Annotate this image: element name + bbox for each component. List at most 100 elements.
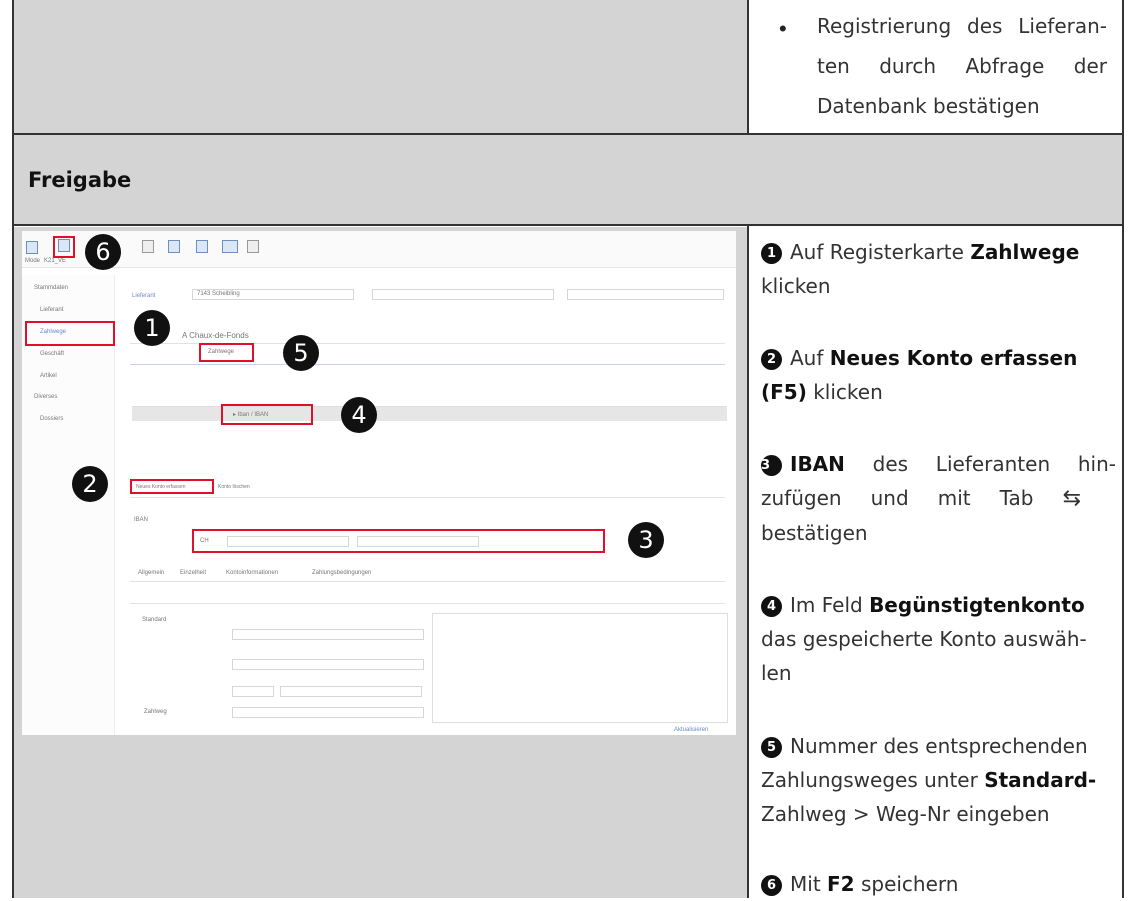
bullet-line-2: ten durch Abfrage der (817, 54, 1107, 78)
sidebar-geschaeft[interactable]: Geschäft (40, 351, 64, 357)
top-bullet-text: Registrierung des Lieferan- ten durch Ab… (817, 6, 1107, 126)
form-field-1[interactable] (232, 629, 424, 640)
save-highlight (53, 236, 75, 258)
zahlwege-sidebar-highlight (25, 321, 115, 346)
form-field-3[interactable] (232, 686, 274, 697)
step-5-line1: Nummer des entsprechenden (790, 734, 1088, 758)
step-4-pre: Im Feld (790, 593, 870, 617)
toolbar-label: Mode (25, 258, 41, 264)
step-4-line2: das gespeicherte Konto auswäh- (761, 627, 1087, 651)
step-5-line2-pre: Zahlungsweges unter (761, 768, 985, 792)
notes-area[interactable] (432, 613, 728, 723)
badge-4: 4 (341, 397, 377, 433)
table-line-h2 (12, 224, 1124, 226)
tab-arrows-icon: ⇆ (1062, 486, 1081, 511)
zahlweg-field[interactable] (232, 707, 424, 718)
step-3-line2: zufügen und mit Tab (761, 486, 1034, 510)
sidebar-diverses[interactable]: Diverses (34, 394, 57, 400)
detail-tab-1[interactable]: Allgemein (138, 570, 164, 576)
standard-label: Standard (142, 617, 167, 623)
bullet-dot: • (779, 16, 787, 41)
step-1-number: 1 (761, 243, 782, 264)
badge-1: 1 (134, 310, 170, 346)
step-6-pre: Mit (790, 872, 828, 896)
step-5: 5 Nummer des entsprechenden Zahlungsweges… (761, 729, 1121, 831)
document-icon[interactable] (196, 240, 208, 253)
section-title: Freigabe (28, 168, 132, 192)
step-4-line3: len (761, 661, 792, 685)
step-1-bold: Zahlwege (970, 240, 1080, 264)
step-3-bold: IBAN (790, 452, 845, 476)
step-1-pre: Auf Registerkarte (790, 240, 971, 264)
screen-icon[interactable] (222, 240, 238, 253)
form-field-4[interactable] (280, 686, 422, 697)
badge-5: 5 (283, 335, 319, 371)
badge-3: 3 (628, 522, 664, 558)
bullet-line-1: Registrierung des Lieferan- (817, 14, 1107, 38)
form-field-2[interactable] (232, 659, 424, 670)
print-icon[interactable] (247, 240, 259, 253)
table-line-middle-bottom (747, 225, 749, 898)
top-left-gray-cell (14, 0, 748, 133)
step-2-number: 2 (761, 349, 782, 370)
table-line-middle-top (747, 0, 749, 135)
detail-tab-4[interactable]: Zahlungsbedingungen (312, 570, 371, 576)
delete-account-button[interactable]: Konto löschen (218, 484, 250, 490)
company-line: A Chaux-de-Fonds (182, 331, 249, 340)
header-value: 7143 Scheibling (197, 291, 240, 297)
iban-section-label: IBAN (134, 517, 149, 523)
iban-field-2[interactable] (357, 536, 479, 547)
tab-rule (130, 364, 725, 365)
step-4-bold: Begünstigtenkonto (869, 593, 1085, 617)
step-4: 4 Im Feld Begünstigtenkonto das gespeiche… (761, 588, 1116, 690)
badge-6: 6 (85, 234, 121, 270)
step-5-number: 5 (761, 737, 782, 758)
header-label: Lieferant (132, 293, 156, 299)
toolbar (22, 231, 736, 268)
list-icon[interactable] (142, 240, 154, 253)
step-2-rest: klicken (806, 380, 883, 404)
header-field-3[interactable] (567, 289, 724, 300)
new-account-button[interactable]: Neues Konto erfassen (136, 484, 185, 490)
step-6-rest: speichern (854, 872, 959, 896)
sidebar-dossiers[interactable]: Dossiers (40, 416, 63, 422)
step-1: 1 Auf Registerkarte Zahlwege klicken (761, 235, 1116, 303)
step-6-number: 6 (761, 875, 782, 896)
step-5-line2-bold: Standard- (984, 768, 1097, 792)
sidebar-artikel[interactable]: Artikel (40, 373, 57, 379)
grid-cell[interactable]: ▸ Iban / IBAN (233, 411, 268, 418)
footer-link[interactable]: Aktualisieren (674, 727, 708, 733)
step-3-rest: des Lieferanten hin- (844, 452, 1116, 476)
step-4-number: 4 (761, 596, 782, 617)
toolbar-sublabel: K21_VE (44, 258, 67, 264)
tab-zahlwege[interactable]: Zahlwege (208, 349, 234, 355)
header-field-2[interactable] (372, 289, 554, 300)
step-3: 3 IBAN des Lieferanten hin- zufügen und m… (761, 447, 1116, 550)
step-2: 2 Auf Neues Konto erfassen (F5) klicken (761, 341, 1116, 409)
iban-field[interactable] (227, 536, 349, 547)
zahlweg-label: Zahlweg (144, 709, 167, 715)
detail-tab-3[interactable]: Kontoinformationen (226, 570, 278, 576)
section-header-cell (14, 135, 1122, 225)
sidebar-stammdaten[interactable]: Stammdaten (34, 285, 68, 291)
embedded-screenshot: Mode K21_VE Stammdaten Lieferant Zahlweg… (22, 231, 736, 735)
sidebar-lieferant[interactable]: Lieferant (40, 307, 63, 313)
detail-tab-2[interactable]: Einzelheit (180, 570, 206, 576)
step-2-pre: Auf (790, 346, 830, 370)
step-3-number: 3 (761, 455, 782, 476)
step-6-bold: F2 (827, 872, 855, 896)
step-2-bold2: (F5) (761, 380, 807, 404)
step-1-line2: klicken (761, 274, 831, 298)
iban-value: CH (200, 538, 209, 544)
bullet-line-3: Datenbank bestätigen (817, 94, 1040, 118)
step-3-line3: bestätigen (761, 521, 868, 545)
detail-rule-2 (130, 603, 725, 604)
step-5-line3: Zahlweg > Weg-Nr eingeben (761, 802, 1050, 826)
badge-2: 2 (72, 466, 108, 502)
table-line-h1 (12, 133, 1124, 135)
button-rule (130, 497, 725, 498)
edit-icon[interactable] (26, 241, 38, 254)
copy-icon[interactable] (168, 240, 180, 253)
step-2-bold: Neues Konto erfassen (829, 346, 1078, 370)
step-6: 6 Mit F2 speichern (761, 867, 1116, 901)
